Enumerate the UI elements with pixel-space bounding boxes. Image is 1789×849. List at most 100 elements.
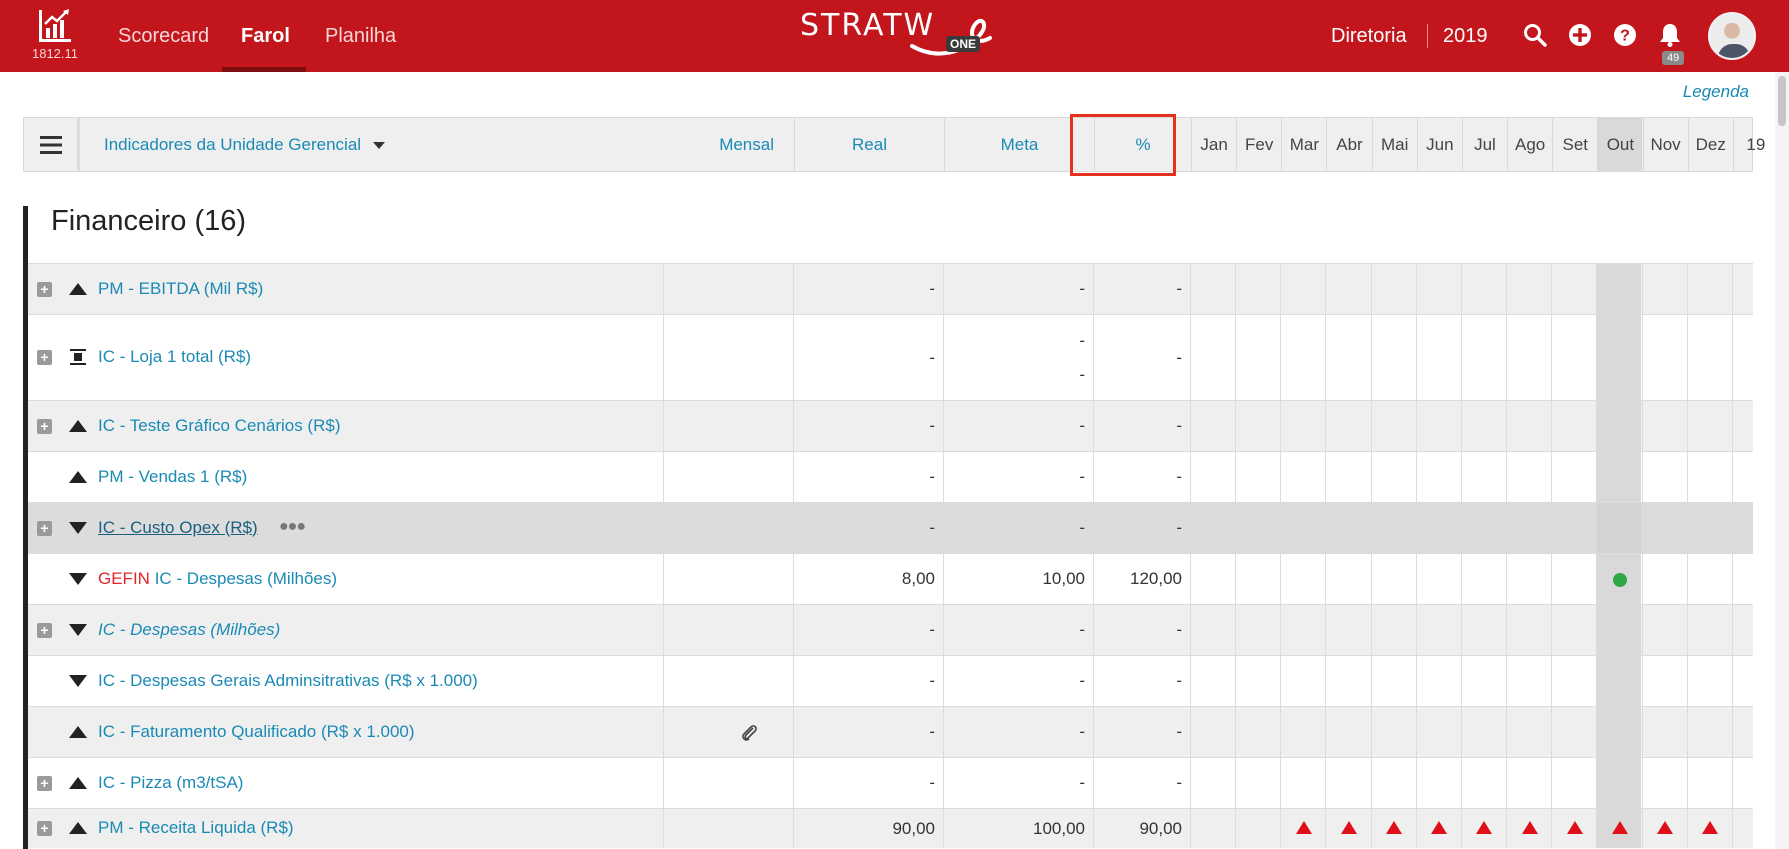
- month-cell-abr[interactable]: [1325, 758, 1370, 808]
- table-row[interactable]: + IC - Loja 1 total (R$) - - - -: [28, 314, 1753, 400]
- month-cell-jan[interactable]: [1190, 264, 1235, 314]
- month-cell-19[interactable]: [1731, 264, 1777, 314]
- month-cell-abr[interactable]: [1325, 452, 1370, 502]
- month-header-19[interactable]: 19: [1732, 118, 1778, 171]
- month-header-abr[interactable]: Abr: [1326, 118, 1371, 171]
- table-row[interactable]: IC - Faturamento Qualificado (R$ x 1.000…: [28, 706, 1753, 757]
- bell-icon[interactable]: [1657, 22, 1683, 48]
- table-row[interactable]: + PM - EBITDA (Mil R$) - - -: [28, 263, 1753, 314]
- month-cell-ago[interactable]: [1506, 503, 1551, 553]
- unit-selector[interactable]: Diretoria: [1331, 0, 1407, 72]
- month-cell-ago[interactable]: [1506, 401, 1551, 451]
- month-cell-dez[interactable]: [1686, 452, 1732, 502]
- month-cell-out[interactable]: [1596, 315, 1642, 400]
- help-circle-icon[interactable]: ?: [1612, 22, 1638, 48]
- month-cell-ago[interactable]: [1506, 315, 1551, 400]
- month-header-mai[interactable]: Mai: [1371, 118, 1417, 171]
- month-cell-nov[interactable]: [1641, 554, 1687, 604]
- indicator-name[interactable]: IC - Despesas (Milhões): [98, 620, 280, 640]
- table-row[interactable]: + IC - Pizza (m3/tSA) - - -: [28, 757, 1753, 808]
- month-cell-jun[interactable]: [1415, 452, 1461, 502]
- month-cell-dez[interactable]: [1686, 605, 1732, 655]
- month-cell-mai[interactable]: [1370, 503, 1416, 553]
- month-cell-ago[interactable]: [1506, 605, 1551, 655]
- month-cell-ago[interactable]: [1506, 707, 1551, 757]
- month-cell-mai[interactable]: [1370, 707, 1416, 757]
- menu-icon[interactable]: [24, 118, 80, 171]
- month-cell-out[interactable]: [1596, 452, 1642, 502]
- month-cell-mai[interactable]: [1370, 554, 1416, 604]
- month-cell-jan[interactable]: [1190, 707, 1235, 757]
- month-header-jun[interactable]: Jun: [1416, 118, 1462, 171]
- month-cell-jan[interactable]: [1190, 315, 1235, 400]
- month-cell-nov[interactable]: [1641, 503, 1687, 553]
- indicator-name[interactable]: IC - Custo Opex (R$): [98, 518, 258, 538]
- month-cell-set[interactable]: [1551, 758, 1596, 808]
- column-header-meta[interactable]: Meta: [944, 118, 1094, 171]
- month-cell-nov[interactable]: [1641, 315, 1687, 400]
- month-cell-dez[interactable]: [1686, 503, 1732, 553]
- month-cell-set[interactable]: [1551, 264, 1596, 314]
- month-cell-jun[interactable]: [1415, 503, 1461, 553]
- month-cell-set[interactable]: [1551, 452, 1596, 502]
- month-cell-19[interactable]: [1731, 656, 1777, 706]
- month-cell-ago[interactable]: [1506, 656, 1551, 706]
- month-cell-abr[interactable]: [1325, 554, 1370, 604]
- month-cell-set[interactable]: [1551, 401, 1596, 451]
- month-cell-out[interactable]: [1596, 503, 1642, 553]
- month-cell-dez[interactable]: [1686, 809, 1732, 848]
- month-cell-19[interactable]: [1731, 605, 1777, 655]
- month-cell-fev[interactable]: [1235, 503, 1280, 553]
- month-cell-dez[interactable]: [1686, 315, 1732, 400]
- month-cell-19[interactable]: [1731, 401, 1777, 451]
- month-cell-jun[interactable]: [1415, 315, 1461, 400]
- month-cell-mai[interactable]: [1370, 452, 1416, 502]
- month-cell-dez[interactable]: [1686, 758, 1732, 808]
- month-cell-mar[interactable]: [1280, 758, 1325, 808]
- table-row[interactable]: + IC - Teste Gráfico Cenários (R$) - - -: [28, 400, 1753, 451]
- month-cell-19[interactable]: [1731, 315, 1777, 400]
- month-cell-fev[interactable]: [1235, 656, 1280, 706]
- month-cell-nov[interactable]: [1641, 809, 1687, 848]
- month-cell-out[interactable]: [1596, 605, 1642, 655]
- table-row[interactable]: + PM - Receita Liquida (R$) 90,00 100,00 90,…: [28, 808, 1753, 848]
- table-row[interactable]: GEFIN IC - Despesas (Milhões) 8,00 10,00 12…: [28, 553, 1753, 604]
- indicator-group-dropdown[interactable]: Indicadores da Unidade Gerencial: [104, 118, 386, 171]
- month-cell-fev[interactable]: [1235, 809, 1280, 848]
- indicator-name[interactable]: IC - Faturamento Qualificado (R$ x 1.000…: [98, 722, 415, 742]
- month-cell-19[interactable]: [1731, 503, 1777, 553]
- month-cell-out[interactable]: [1596, 809, 1642, 848]
- month-cell-jan[interactable]: [1190, 656, 1235, 706]
- month-cell-nov[interactable]: [1641, 707, 1687, 757]
- month-cell-jul[interactable]: [1460, 758, 1506, 808]
- month-cell-jul[interactable]: [1460, 554, 1506, 604]
- indicator-name[interactable]: GEFIN IC - Despesas (Milhões): [98, 569, 337, 589]
- month-cell-mar[interactable]: [1280, 452, 1325, 502]
- month-header-dez[interactable]: Dez: [1687, 118, 1733, 171]
- month-cell-mar[interactable]: [1280, 503, 1325, 553]
- month-cell-fev[interactable]: [1235, 315, 1280, 400]
- month-cell-mar[interactable]: [1280, 809, 1325, 848]
- table-row[interactable]: + IC - Custo Opex (R$) ●●● - - -: [28, 502, 1753, 553]
- expand-icon[interactable]: +: [37, 350, 52, 365]
- nav-planilha[interactable]: Planilha: [325, 0, 396, 72]
- app-logo[interactable]: 1812.11: [30, 8, 80, 61]
- month-cell-jul[interactable]: [1460, 809, 1506, 848]
- table-row[interactable]: + IC - Despesas (Milhões) - - -: [28, 604, 1753, 655]
- month-cell-nov[interactable]: [1641, 264, 1687, 314]
- indicator-name[interactable]: PM - Receita Liquida (R$): [98, 818, 294, 838]
- month-cell-19[interactable]: [1731, 452, 1777, 502]
- month-cell-dez[interactable]: [1686, 707, 1732, 757]
- month-header-ago[interactable]: Ago: [1507, 118, 1552, 171]
- period-selector[interactable]: Mensal: [664, 118, 794, 171]
- month-cell-jan[interactable]: [1190, 605, 1235, 655]
- table-row[interactable]: PM - Vendas 1 (R$) - - -: [28, 451, 1753, 502]
- month-cell-ago[interactable]: [1506, 758, 1551, 808]
- month-cell-19[interactable]: [1731, 809, 1777, 848]
- month-cell-mar[interactable]: [1280, 554, 1325, 604]
- month-cell-jun[interactable]: [1415, 264, 1461, 314]
- month-cell-nov[interactable]: [1641, 758, 1687, 808]
- month-cell-ago[interactable]: [1506, 809, 1551, 848]
- month-cell-fev[interactable]: [1235, 605, 1280, 655]
- month-cell-jun[interactable]: [1415, 656, 1461, 706]
